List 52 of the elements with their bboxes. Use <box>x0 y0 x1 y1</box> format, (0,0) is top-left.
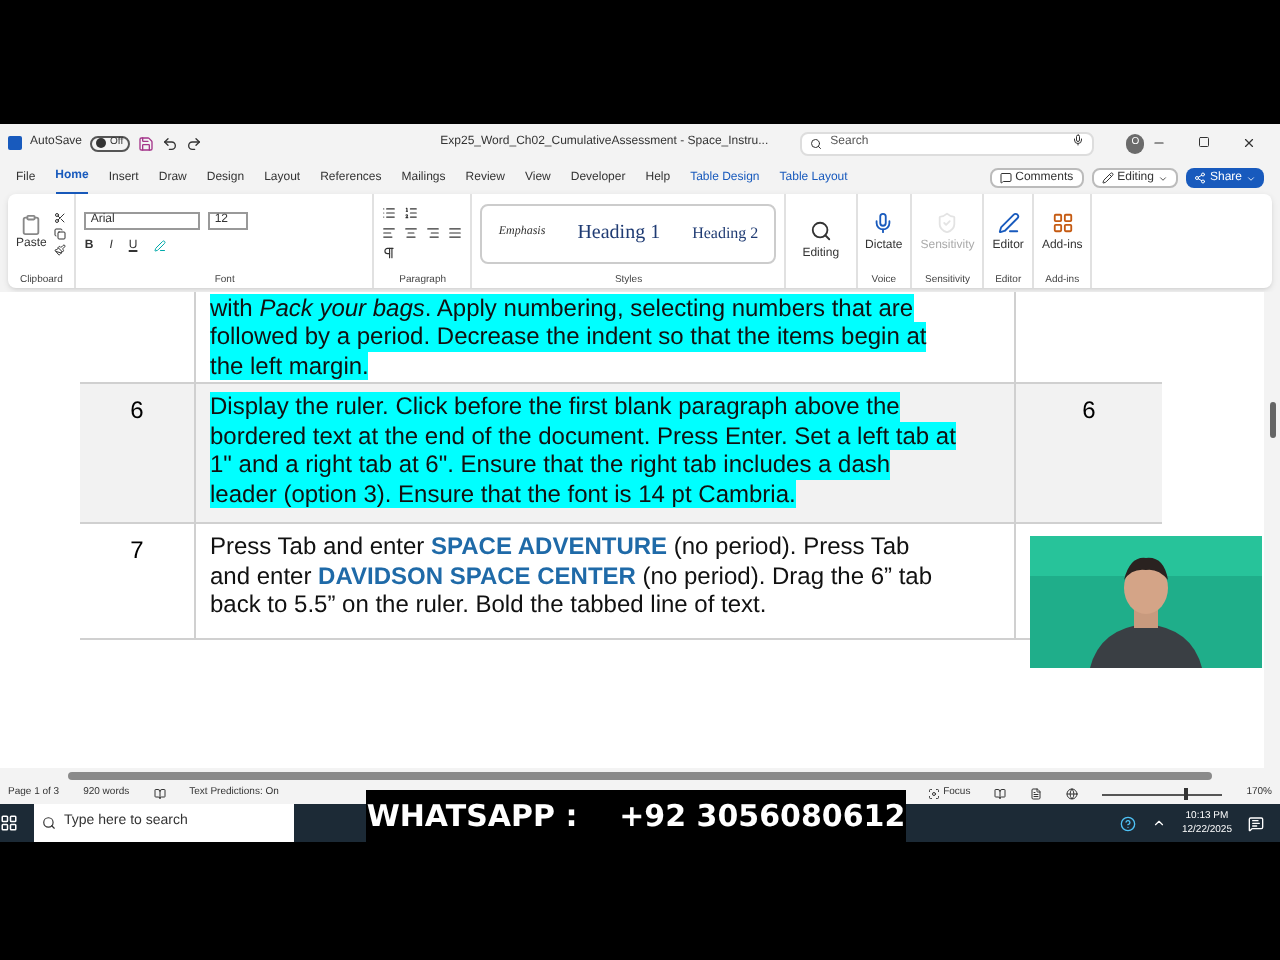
minimize-icon[interactable] <box>1152 136 1166 150</box>
book-icon <box>153 788 166 800</box>
scissors-icon[interactable] <box>54 211 67 224</box>
print-layout-icon[interactable] <box>1030 788 1043 800</box>
windows-start-icon[interactable] <box>0 814 18 832</box>
focus-icon <box>927 788 940 800</box>
vertical-scrollbar[interactable] <box>1269 402 1275 438</box>
style-option[interactable]: Heading 2 <box>692 221 759 246</box>
save-icon[interactable] <box>137 135 154 151</box>
shield-icon <box>936 211 959 234</box>
app-icon <box>8 136 22 150</box>
search-icon <box>809 219 832 241</box>
close-icon[interactable] <box>1242 136 1256 150</box>
copy-icon[interactable] <box>54 227 67 240</box>
redo-icon[interactable] <box>185 135 202 151</box>
whatsapp-banner: WHATSAPP : +92 3056080612 <box>366 790 906 842</box>
pencil-icon <box>1101 172 1114 184</box>
chevron-up-icon[interactable] <box>1151 816 1166 830</box>
notification-icon[interactable] <box>1248 815 1264 831</box>
help-icon[interactable] <box>1119 815 1136 831</box>
maximize-icon[interactable] <box>1198 136 1210 150</box>
read-mode-icon[interactable] <box>994 788 1007 800</box>
caret-icon <box>1246 173 1256 183</box>
justify-icon[interactable] <box>448 226 463 241</box>
pen-icon <box>997 211 1020 234</box>
grid-icon <box>1051 211 1074 234</box>
web-layout-icon[interactable] <box>1066 788 1079 800</box>
speech-bubble-icon <box>999 172 1012 184</box>
clipboard-icon[interactable] <box>20 213 43 236</box>
row-number: 6 <box>130 394 144 428</box>
microphone-icon[interactable] <box>1072 133 1085 145</box>
points-value: 6 <box>1082 394 1096 428</box>
align-center-icon[interactable] <box>404 226 419 241</box>
pilcrow-icon[interactable] <box>382 246 397 261</box>
highlighter-icon[interactable] <box>153 240 166 253</box>
align-right-icon[interactable] <box>426 226 441 241</box>
undo-icon[interactable] <box>161 135 178 151</box>
instruction-text: Display the ruler. Click before the first blank paragraph above the bordered text at the end of the document. Press Enter. Set a left tab at 1" and a right tab at 6". Ensure that the right tab includes a dash leader (option 3). Ensure that the font is 14 pt Cambria. <box>210 392 958 508</box>
search-icon <box>42 816 56 830</box>
numbered-list-icon[interactable] <box>404 206 419 221</box>
style-option[interactable]: Heading 1 <box>577 218 661 249</box>
paintbrush-icon[interactable] <box>54 243 67 256</box>
align-left-icon[interactable] <box>382 226 397 241</box>
share-icon <box>1193 172 1206 184</box>
search-icon <box>810 137 823 149</box>
row-number: 7 <box>130 534 144 568</box>
bullet-list-icon[interactable] <box>382 206 397 221</box>
microphone-icon <box>872 211 895 234</box>
zoom-slider-thumb[interactable] <box>1183 787 1188 799</box>
horizontal-scrollbar[interactable] <box>68 772 1212 780</box>
caret-icon <box>1157 173 1168 183</box>
instruction-text: Press Tab and enter SPACE ADVENTURE (no period). Press Tab and enter DAVIDSON SPACE CENTER (no period). Drag the 6” tab back to 5.5” on the ruler. Bold the tabbed line of text. <box>210 532 935 619</box>
